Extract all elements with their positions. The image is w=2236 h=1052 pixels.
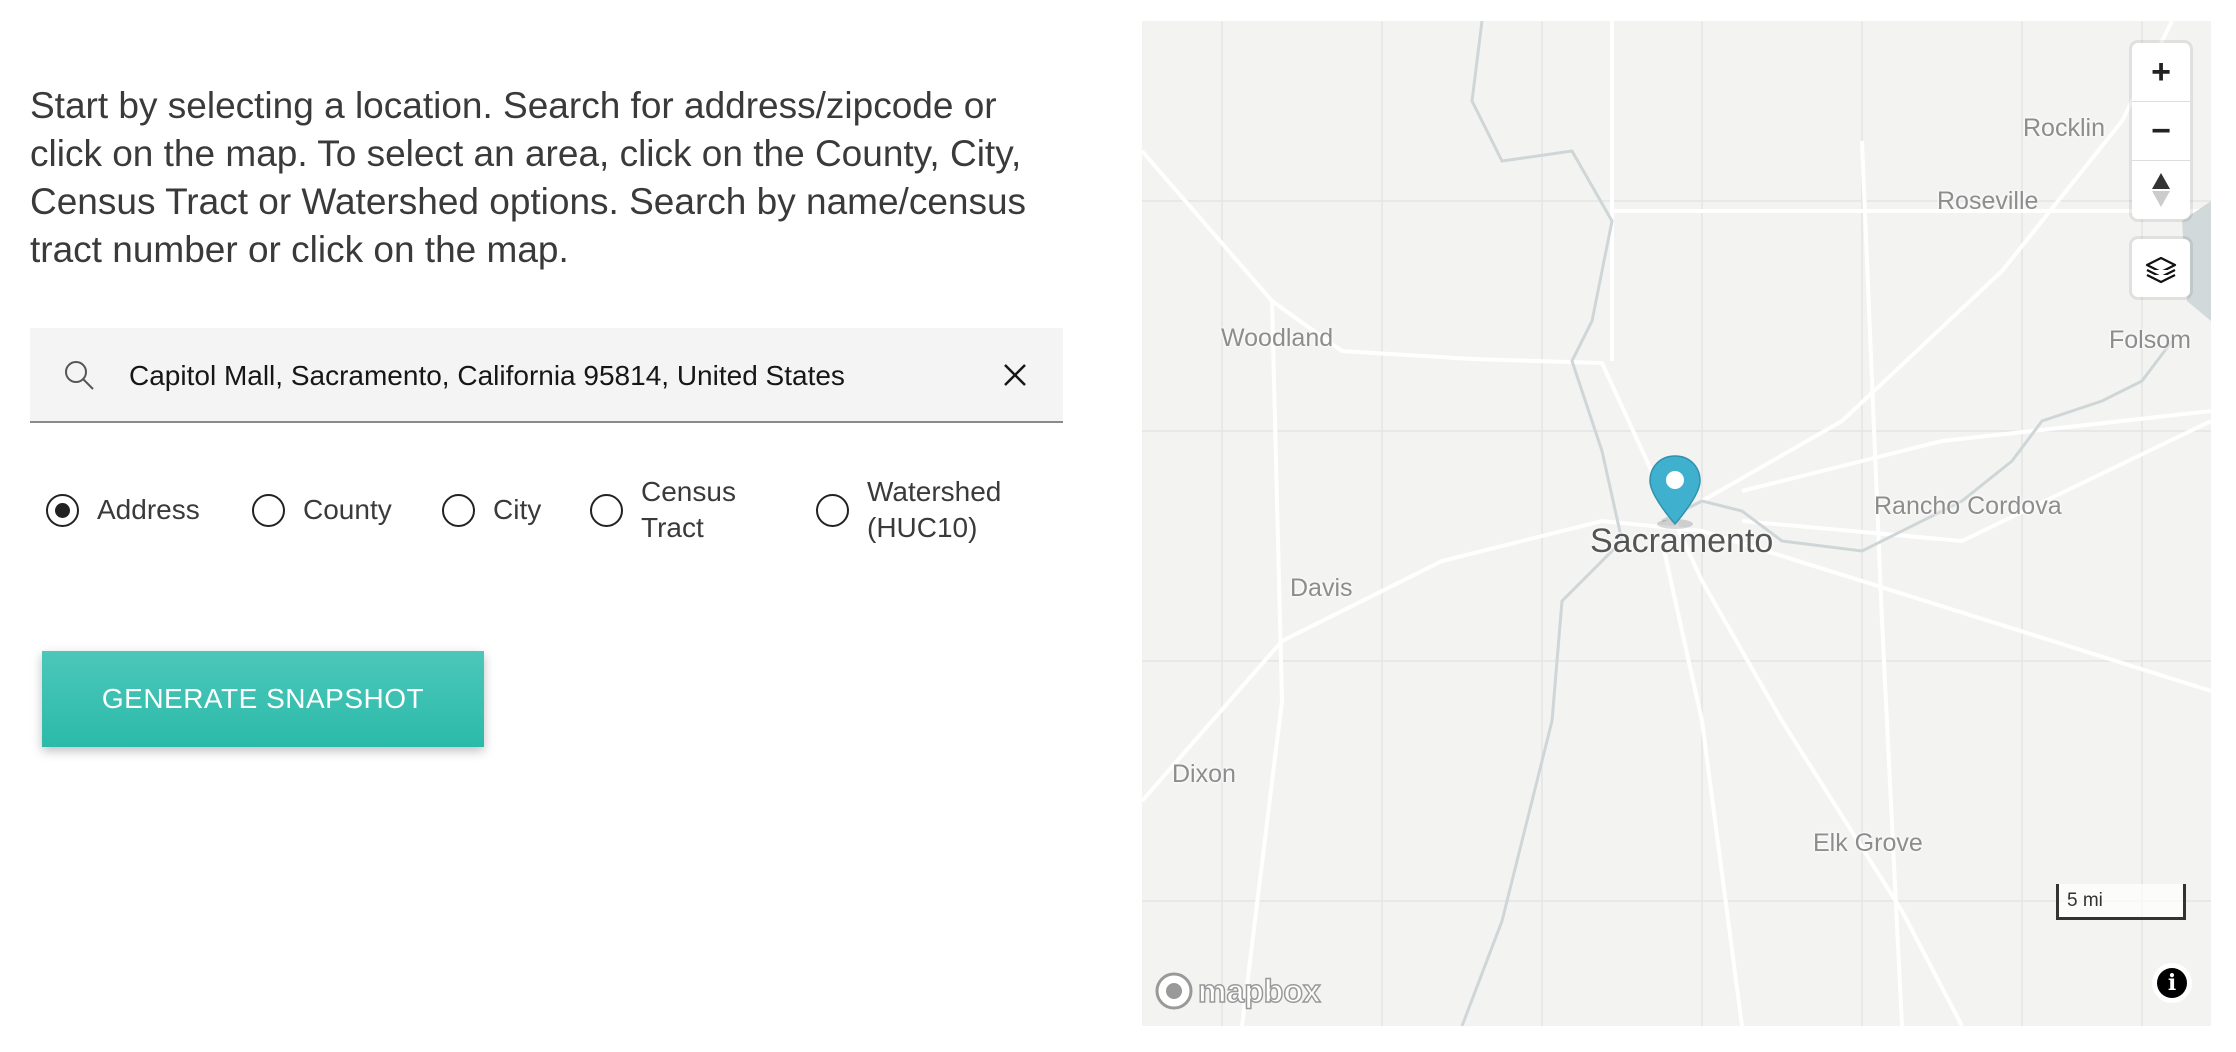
radio-census-tract[interactable]: Census Tract <box>590 470 751 550</box>
place-label: Roseville <box>1937 187 2039 215</box>
layers-button[interactable] <box>2132 239 2190 297</box>
compass-icon <box>2152 173 2170 207</box>
place-label: Rocklin <box>2023 114 2105 142</box>
radio-watershed[interactable]: Watershed (HUC10) <box>816 470 1017 550</box>
close-icon[interactable] <box>996 356 1034 394</box>
mapbox-logo-icon <box>1155 972 1193 1010</box>
info-icon: i <box>2157 968 2187 998</box>
radio-button[interactable] <box>816 493 849 527</box>
radio-button[interactable] <box>442 493 475 527</box>
radio-button[interactable] <box>590 493 623 527</box>
compass-button[interactable] <box>2132 161 2190 219</box>
attribution-button[interactable]: i <box>2152 963 2192 1003</box>
generate-snapshot-button[interactable]: GENERATE SNAPSHOT <box>42 651 484 747</box>
radio-button[interactable] <box>46 493 79 527</box>
layers-icon <box>2145 256 2177 284</box>
mapbox-logo[interactable]: mapbox <box>1154 971 1321 1011</box>
place-label: Woodland <box>1221 324 1334 352</box>
search-icon <box>65 361 94 390</box>
location-search <box>30 328 1063 423</box>
place-label: Elk Grove <box>1813 829 1923 857</box>
layers-control <box>2132 239 2190 297</box>
map-scale: 5 mi <box>2056 884 2186 920</box>
radio-address[interactable]: Address <box>46 470 200 550</box>
place-label: Davis <box>1290 574 1353 602</box>
zoom-controls: + − <box>2132 43 2190 219</box>
radio-county[interactable]: County <box>252 470 392 550</box>
location-marker-icon[interactable] <box>1647 454 1703 530</box>
place-label: Rancho Cordova <box>1874 492 2062 520</box>
map[interactable]: Woodland Davis Dixon Sacramento Rancho C… <box>1142 21 2211 1026</box>
radio-city[interactable]: City <box>442 470 541 550</box>
instructions-text: Start by selecting a location. Search fo… <box>30 85 1027 270</box>
zoom-out-button[interactable]: − <box>2132 102 2190 161</box>
radio-button[interactable] <box>252 493 285 527</box>
place-label: Dixon <box>1172 760 1236 788</box>
zoom-in-button[interactable]: + <box>2132 43 2190 102</box>
search-input[interactable] <box>127 350 1001 402</box>
place-label: Folsom <box>2109 326 2191 354</box>
